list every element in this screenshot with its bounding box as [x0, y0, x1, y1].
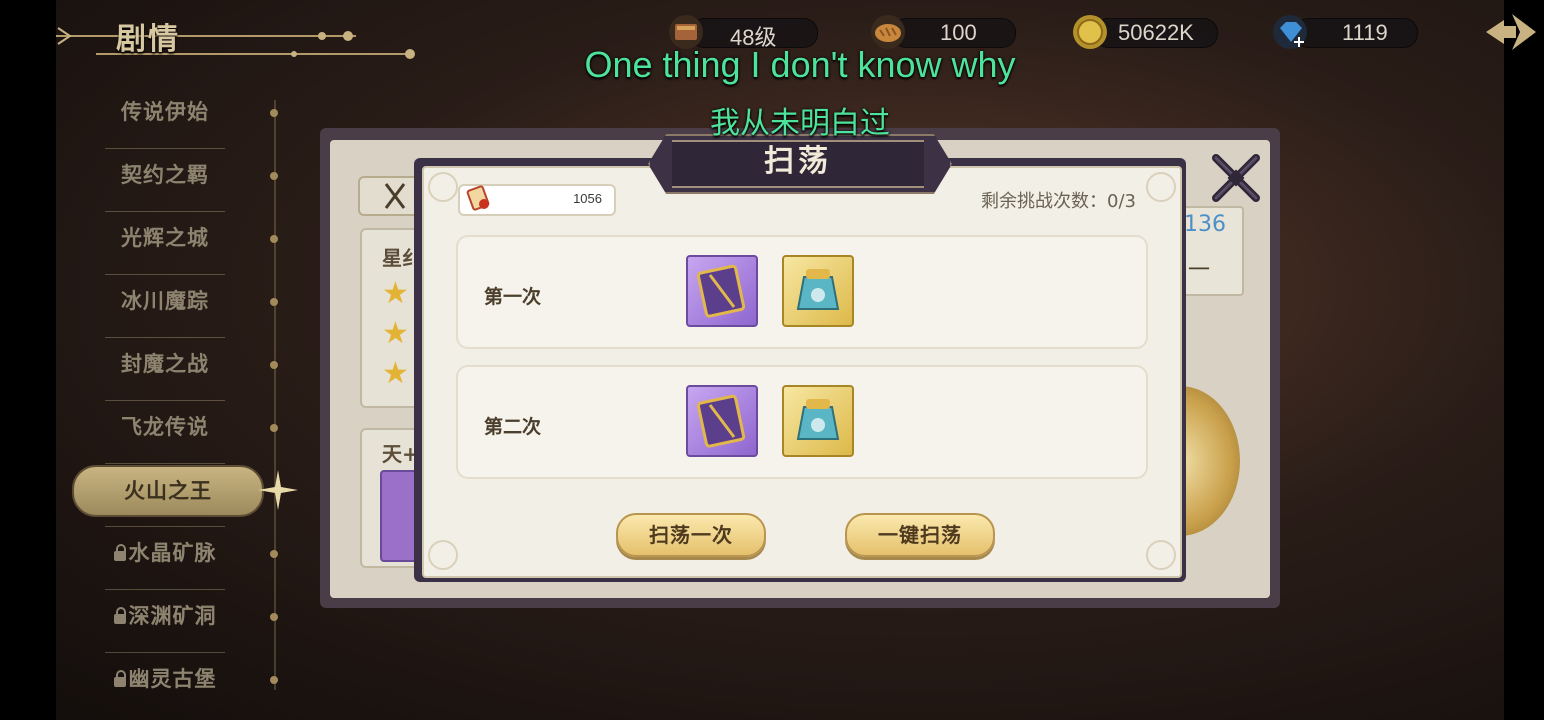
chapter-dot: [270, 361, 278, 369]
star-icon: ★: [382, 316, 409, 351]
ticket-count: 1056: [573, 191, 602, 206]
treasure-bag-icon[interactable]: [782, 255, 854, 327]
chapter-label: 冰川魔踪: [121, 289, 209, 313]
title-ornament: [56, 4, 415, 70]
chapter-item[interactable]: 封魔之战: [90, 344, 240, 384]
letterbox-left: [0, 0, 56, 720]
close-icon[interactable]: [1206, 148, 1266, 208]
chapter-item[interactable]: 光辉之城: [90, 218, 240, 258]
coin-value: 50622K: [1118, 20, 1194, 45]
diamond-value: 1119: [1342, 20, 1388, 45]
chapter-item-locked[interactable]: 水晶矿脉: [90, 533, 240, 573]
chapter-dot: [270, 172, 278, 180]
chapter-divider: [105, 337, 225, 338]
letterbox-right: [1504, 0, 1544, 720]
row-label: 第一次: [484, 286, 542, 308]
chapter-dot: [270, 550, 278, 558]
chapter-dot: [270, 235, 278, 243]
sweep-once-button[interactable]: 扫荡一次: [616, 513, 766, 557]
chapter-divider: [105, 526, 225, 527]
star-icon: ★: [382, 356, 409, 391]
chapter-label: 传说伊始: [121, 100, 209, 124]
star-icon: ★: [382, 276, 409, 311]
sparkle-icon: [258, 470, 298, 510]
chapter-label: 光辉之城: [121, 226, 209, 250]
corner-ornament: [1146, 540, 1176, 570]
sidebar-track: [274, 100, 276, 690]
chapter-label: 封魔之战: [121, 352, 209, 376]
sweep-all-label: 一键扫荡: [878, 523, 962, 547]
double-arrow-icon[interactable]: [1476, 6, 1544, 58]
dialog-title: 扫荡: [764, 144, 832, 179]
treasure-bag-icon[interactable]: [782, 385, 854, 457]
chapter-item[interactable]: 飞龙传说: [90, 407, 240, 447]
remaining-attempts: 剩余挑战次数：0/3: [981, 191, 1136, 212]
chapter-item[interactable]: 传说伊始: [90, 92, 240, 132]
bread-value: 100: [940, 20, 977, 45]
chapter-divider: [105, 274, 225, 275]
chapter-label: 火山之王: [124, 479, 212, 503]
chapter-divider: [105, 589, 225, 590]
lock-icon: [113, 606, 126, 624]
stage-power-value: 136: [1184, 212, 1226, 237]
stage-info-text: 一: [1188, 258, 1211, 283]
chapter-divider: [105, 148, 225, 149]
chapter-item-active[interactable]: 火山之王: [72, 465, 264, 517]
chapter-item[interactable]: 契约之羁: [90, 155, 240, 195]
chapter-dot: [270, 109, 278, 117]
lock-icon: [113, 543, 126, 561]
corner-ornament: [428, 172, 458, 202]
chapter-label: 飞龙传说: [121, 415, 209, 439]
page-title: 剧情: [116, 22, 180, 57]
chapter-label: 契约之羁: [121, 163, 209, 187]
chapter-dot: [270, 424, 278, 432]
corner-ornament: [1146, 172, 1176, 202]
chapter-item[interactable]: 冰川魔踪: [90, 281, 240, 321]
chapter-label: 幽灵古堡: [128, 667, 217, 691]
spellbook-icon[interactable]: [686, 385, 758, 457]
lock-icon: [113, 669, 126, 687]
diamond-icon[interactable]: [1272, 14, 1308, 50]
scroll-icon: [466, 185, 490, 211]
chapter-dot: [270, 613, 278, 621]
subtitle-chinese: 我从未明白过: [710, 106, 890, 141]
sweep-all-button[interactable]: 一键扫荡: [845, 513, 995, 557]
chapter-item-locked[interactable]: 幽灵古堡: [90, 659, 240, 699]
chapter-divider: [105, 652, 225, 653]
subtitle-english: One thing I don't know why: [584, 44, 1016, 85]
chapter-label: 深渊矿洞: [128, 604, 217, 628]
row-label: 第二次: [484, 416, 542, 438]
chapter-item-locked[interactable]: 深渊矿洞: [90, 596, 240, 636]
chapter-divider: [105, 211, 225, 212]
chapter-dot: [270, 676, 278, 684]
chapter-divider: [105, 463, 225, 464]
spellbook-icon[interactable]: [686, 255, 758, 327]
corner-ornament: [428, 540, 458, 570]
chapter-dot: [270, 298, 278, 306]
sweep-once-label: 扫荡一次: [649, 523, 733, 547]
diamond-resource: 1119: [1272, 14, 1422, 50]
chapter-label: 水晶矿脉: [128, 541, 217, 565]
chapter-divider: [105, 400, 225, 401]
